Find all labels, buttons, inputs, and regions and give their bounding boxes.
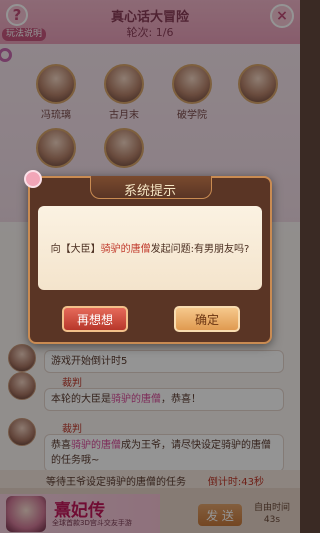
confirm-button[interactable]: 确定 — [174, 306, 240, 332]
dialog-title: 系统提示 — [123, 184, 176, 199]
rethink-button[interactable]: 再想想 — [62, 306, 128, 332]
dialog-body: 向【大臣】骑驴的唐僧发起问题:有男朋友吗? — [38, 206, 262, 290]
dialog-message: 向【大臣】骑驴的唐僧发起问题:有男朋友吗? — [50, 244, 250, 255]
system-dialog: 系统提示 向【大臣】骑驴的唐僧发起问题:有男朋友吗? 再想想 确定 — [24, 170, 272, 344]
